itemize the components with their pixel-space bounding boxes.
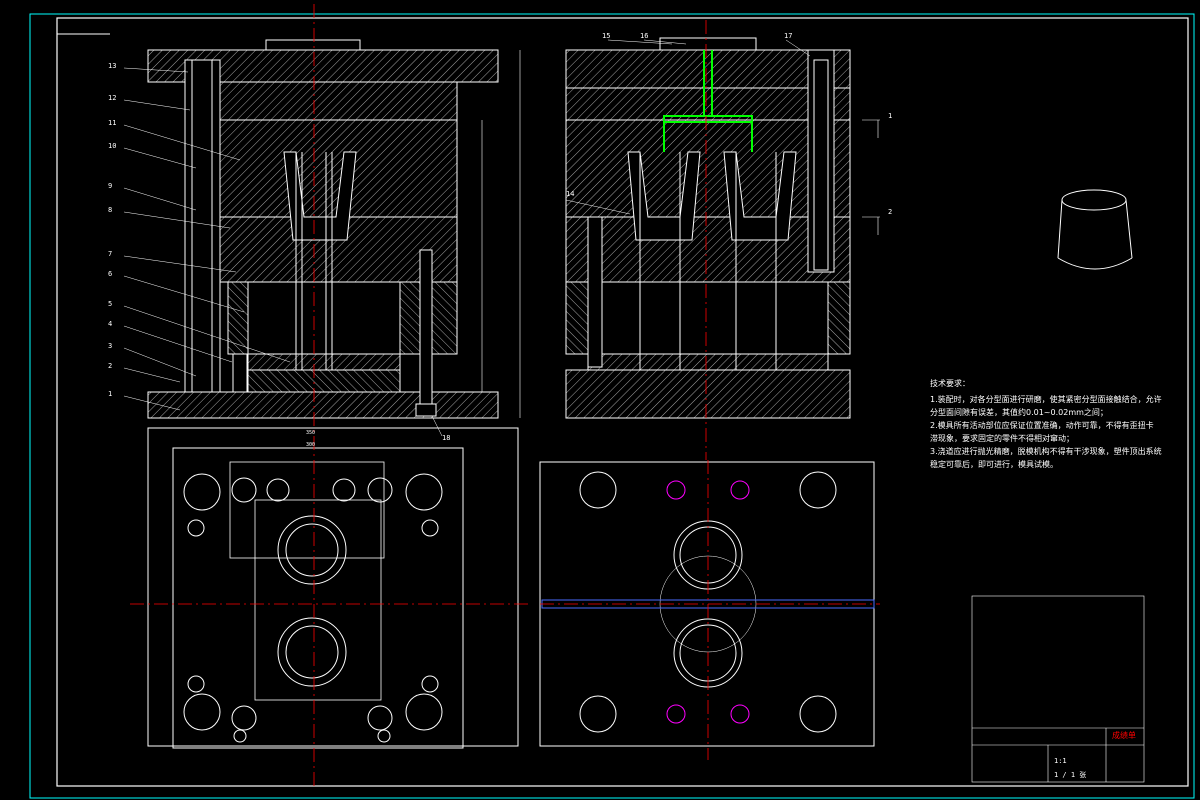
part-label: 3 <box>108 342 112 350</box>
part-label: 8 <box>108 206 112 214</box>
dimension-label: 350 <box>306 430 315 436</box>
part-label: 16 <box>640 32 648 40</box>
part-label: 6 <box>108 270 112 278</box>
part-label: 1 <box>108 390 112 398</box>
sheet-text: 1 / 1 张 <box>1054 771 1087 779</box>
side-section-view <box>565 37 880 419</box>
note-line: 稳定可靠后，即可进行，模具试模。 <box>930 460 1058 469</box>
notes-title: 技术要求： <box>930 379 970 388</box>
dimension-label: 300 <box>306 442 315 448</box>
front-section-view <box>147 39 521 419</box>
section-mark: 1 <box>888 112 892 120</box>
part-label: 9 <box>108 182 112 190</box>
part-label: 2 <box>108 362 112 370</box>
part-label: 11 <box>108 119 116 127</box>
note-line: 2.模具所有活动部位应保证位置准确，动作可靠，不得有歪扭卡 <box>930 421 1154 430</box>
part-label: 7 <box>108 250 112 258</box>
part-label: 13 <box>108 62 116 70</box>
section-mark: 2 <box>888 208 892 216</box>
note-line: 滞现象，要求固定的零件不得相对窜动； <box>930 434 1074 443</box>
part-label: 14 <box>566 190 574 198</box>
note-line: 分型面间隙有误差，其值约0.01~0.02mm之间； <box>930 408 1108 417</box>
plan-view-left <box>147 427 519 749</box>
title-stamp: 成绩单 <box>1112 731 1136 740</box>
part-label: 5 <box>108 300 112 308</box>
part-label: 10 <box>108 142 116 150</box>
part-label: 17 <box>784 32 792 40</box>
cad-drawing-canvas: 13 12 11 10 9 8 7 6 5 4 3 2 1 15 16 17 1… <box>0 0 1200 800</box>
part-label: 4 <box>108 320 112 328</box>
note-line: 1.装配时，对各分型面进行研磨，使其紧密分型面接触结合，允许 <box>930 395 1162 404</box>
product-isometric <box>1057 189 1133 270</box>
scale-text: 1:1 <box>1054 757 1067 765</box>
note-line: 3.浇道应进行抛光精磨，脱模机构不得有干涉现象，塑件顶出系统 <box>930 447 1162 456</box>
title-block <box>971 595 1145 783</box>
part-label: 12 <box>108 94 116 102</box>
part-label: 15 <box>602 32 610 40</box>
part-label: 18 <box>442 434 450 442</box>
